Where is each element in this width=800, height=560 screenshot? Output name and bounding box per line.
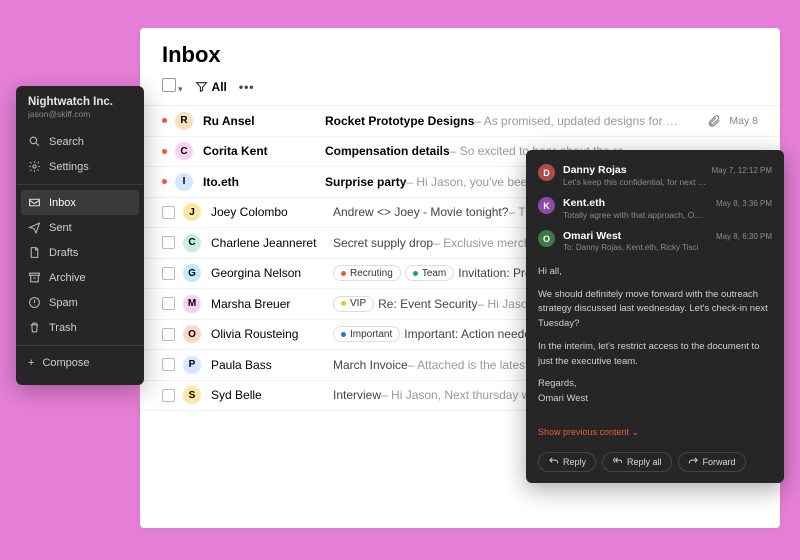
show-previous-button[interactable]: Show previous content ⌄ <box>526 423 784 446</box>
row-checkbox[interactable] <box>162 328 175 341</box>
avatar: C <box>175 142 193 160</box>
reply-icon <box>548 456 559 467</box>
sender-name: Kent.eth <box>563 197 605 209</box>
page-title: Inbox <box>140 28 780 78</box>
tag: Recruting <box>333 265 401 281</box>
email-content: Rocket Prototype Designs – As promised, … <box>325 114 701 128</box>
sender-name: Olivia Rousteing <box>211 327 333 341</box>
message-date: May 8, 3:36 PM <box>716 199 772 208</box>
spam-icon <box>28 296 41 309</box>
sender-name: Ru Ansel <box>203 114 325 128</box>
sidebar-drafts[interactable]: Drafts <box>16 240 144 265</box>
tag: Important <box>333 326 400 342</box>
reply-all-button[interactable]: Reply all <box>602 452 672 472</box>
row-checkbox[interactable] <box>162 297 175 310</box>
attachment-icon <box>707 114 721 128</box>
avatar: S <box>183 386 201 404</box>
tag: Team <box>405 265 454 281</box>
sender-name: Omari West <box>563 230 621 242</box>
avatar: O <box>538 230 555 247</box>
message-body: Hi all,We should definitely move forward… <box>526 257 784 423</box>
sent-icon <box>28 221 41 234</box>
chevron-down-icon: ⌄ <box>632 427 640 437</box>
avatar: M <box>183 295 201 313</box>
sidebar-inbox[interactable]: Inbox <box>21 190 139 215</box>
unread-dot <box>162 149 167 154</box>
sender-name: Georgina Nelson <box>211 266 333 280</box>
row-checkbox[interactable] <box>162 236 175 249</box>
compose-button[interactable]: + Compose <box>16 351 144 375</box>
reply-all-icon <box>612 456 623 467</box>
sender-name: Corita Kent <box>203 144 325 158</box>
sidebar-settings[interactable]: Settings <box>16 154 144 179</box>
message-date: May 7, 12:12 PM <box>712 166 772 175</box>
avatar: G <box>183 264 201 282</box>
sender-name: Marsha Breuer <box>211 297 333 311</box>
row-checkbox[interactable] <box>162 206 175 219</box>
tag: VIP <box>333 296 374 312</box>
row-checkbox[interactable] <box>162 358 175 371</box>
message-actions: Reply Reply all Forward <box>526 446 784 474</box>
sidebar-spam[interactable]: Spam <box>16 290 144 315</box>
row-checkbox[interactable] <box>162 267 175 280</box>
message-preview: Let's keep this confidential, for next … <box>563 177 772 187</box>
thread-open: O Omari West May 8, 6:30 PM To: Danny Ro… <box>526 225 784 257</box>
account-header[interactable]: Nightwatch Inc. jason@skiff.com <box>16 96 144 129</box>
sender-name: Joey Colombo <box>211 205 333 219</box>
avatar: O <box>183 325 201 343</box>
avatar: I <box>175 173 193 191</box>
email-date: May 8 <box>729 115 758 127</box>
sidebar: Nightwatch Inc. jason@skiff.com SearchSe… <box>16 86 144 385</box>
avatar: P <box>183 356 201 374</box>
message-panel: D Danny Rojas May 7, 12:12 PM Let's keep… <box>526 150 784 483</box>
archive-icon <box>28 271 41 284</box>
thread-collapsed[interactable]: D Danny Rojas May 7, 12:12 PM Let's keep… <box>526 159 784 192</box>
avatar: R <box>175 112 193 130</box>
toolbar: ▾ All ••• <box>140 78 780 105</box>
recipients: To: Danny Rojas, Kent.eth, Ricky Tisci <box>563 243 772 252</box>
sender-name: Paula Bass <box>211 358 333 372</box>
avatar: C <box>183 234 201 252</box>
trash-icon <box>28 321 41 334</box>
drafts-icon <box>28 246 41 259</box>
message-preview: Totally agree with that approach, O… <box>563 210 772 220</box>
forward-button[interactable]: Forward <box>678 452 746 472</box>
select-all-checkbox[interactable]: ▾ <box>162 78 183 95</box>
avatar: K <box>538 197 555 214</box>
unread-dot <box>162 118 167 123</box>
sender-name: Syd Belle <box>211 388 333 402</box>
settings-icon <box>28 160 41 173</box>
sender-name: Charlene Jeanneret <box>211 236 333 250</box>
sender-name: Ito.eth <box>203 175 325 189</box>
forward-icon <box>688 456 699 467</box>
sidebar-search[interactable]: Search <box>16 129 144 154</box>
plus-icon: + <box>28 357 34 369</box>
sidebar-archive[interactable]: Archive <box>16 265 144 290</box>
sidebar-sent[interactable]: Sent <box>16 215 144 240</box>
thread-collapsed[interactable]: K Kent.eth May 8, 3:36 PM Totally agree … <box>526 192 784 225</box>
more-menu[interactable]: ••• <box>239 80 255 94</box>
funnel-icon <box>195 80 208 93</box>
sender-name: Danny Rojas <box>563 164 627 176</box>
reply-button[interactable]: Reply <box>538 452 596 472</box>
inbox-icon <box>28 196 41 209</box>
filter-button[interactable]: All <box>195 80 227 94</box>
avatar: D <box>538 164 555 181</box>
avatar: J <box>183 203 201 221</box>
message-date: May 8, 6:30 PM <box>716 232 772 241</box>
sidebar-trash[interactable]: Trash <box>16 315 144 340</box>
search-icon <box>28 135 41 148</box>
row-checkbox[interactable] <box>162 389 175 402</box>
unread-dot <box>162 179 167 184</box>
email-row[interactable]: R Ru Ansel Rocket Prototype Designs – As… <box>140 106 780 137</box>
